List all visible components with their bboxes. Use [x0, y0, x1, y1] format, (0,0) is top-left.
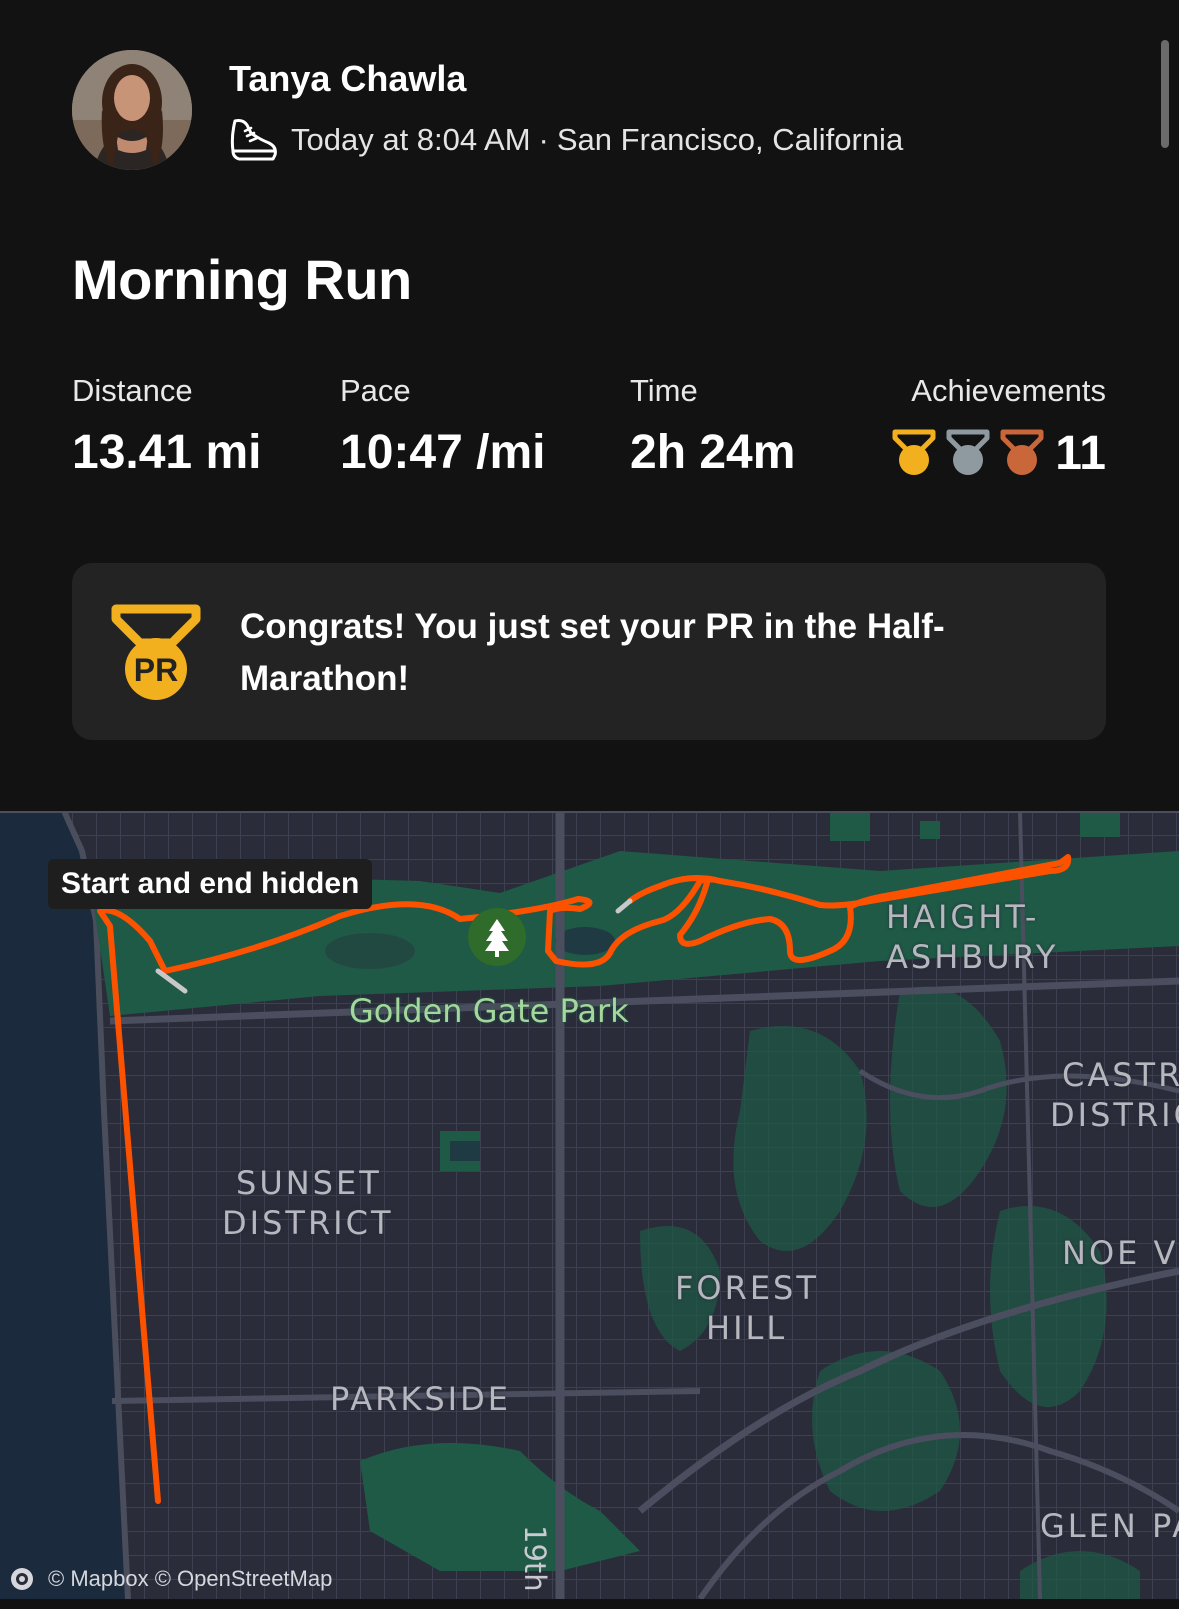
privacy-badge: Start and end hidden — [48, 859, 373, 909]
activity-location: San Francisco, California — [556, 122, 904, 157]
neighborhood-haight-top: HAIGHT- — [886, 898, 1040, 936]
stat-distance: Distance 13.41 mi — [72, 373, 261, 479]
stat-pace-value: 10:47 /mi — [340, 426, 546, 479]
achievements-row[interactable]: 11 — [891, 425, 1106, 481]
running-shoe-icon — [229, 117, 279, 163]
avatar[interactable] — [72, 50, 192, 170]
neighborhood-castro-bottom: DISTRIC — [1050, 1096, 1179, 1134]
stat-pace: Pace 10:47 /mi — [340, 373, 545, 479]
neighborhood-glen: GLEN PA — [1040, 1507, 1179, 1545]
neighborhood-forest-bottom: HILL — [706, 1309, 788, 1347]
activity-timestamp: Today at 8:04 AM — [291, 122, 531, 157]
meta-separator: · — [538, 122, 549, 157]
activity-header: Tanya Chawla Today at 8:04 AM · San Fran… — [72, 50, 1072, 170]
pr-medal-icon: PR — [110, 603, 202, 703]
gold-medal-icon — [891, 428, 937, 478]
mapbox-logo-icon[interactable] — [10, 1567, 34, 1591]
park-label: Golden Gate Park — [349, 992, 629, 1030]
neighborhood-sunset-top: SUNSET — [236, 1164, 382, 1202]
page-scrollbar[interactable] — [1161, 40, 1169, 148]
activity-meta: Today at 8:04 AM · San Francisco, Califo… — [229, 116, 903, 164]
map-attribution[interactable]: © Mapbox © OpenStreetMap — [10, 1564, 332, 1594]
stat-pace-label: Pace — [340, 373, 411, 408]
street-label: 19th Av — [518, 1525, 552, 1599]
park-tree-icon — [467, 907, 527, 967]
stat-achievements[interactable]: Achievements 11 — [892, 373, 1106, 483]
neighborhood-haight-bottom: ASHBURY — [886, 938, 1059, 976]
attribution-text[interactable]: © Mapbox © OpenStreetMap — [48, 1566, 332, 1592]
bronze-medal-icon — [999, 428, 1045, 478]
stat-time-value: 2h 24m — [630, 426, 796, 479]
neighborhood-forest-top: FOREST — [675, 1269, 819, 1307]
athlete-name[interactable]: Tanya Chawla — [229, 58, 466, 100]
neighborhood-parkside: PARKSIDE — [330, 1380, 511, 1418]
neighborhood-noe: NOE V — [1062, 1234, 1179, 1272]
neighborhood-sunset-bottom: DISTRICT — [222, 1204, 394, 1242]
stat-time: Time 2h 24m — [630, 373, 795, 479]
silver-medal-icon — [945, 428, 991, 478]
pr-message: Congrats! You just set your PR in the Ha… — [240, 607, 945, 698]
pr-banner[interactable]: PR Congrats! You just set your PR in the… — [72, 563, 1106, 740]
stat-time-label: Time — [630, 373, 698, 408]
achievements-count: 11 — [1055, 426, 1106, 480]
stat-achievements-label: Achievements — [911, 373, 1106, 408]
stat-distance-value: 13.41 mi — [72, 426, 262, 479]
route-map[interactable]: Start and end hidden Golden Gate Park HA… — [0, 811, 1179, 1599]
activity-title: Morning Run — [72, 248, 412, 311]
neighborhood-castro-top: CASTR — [1062, 1056, 1179, 1094]
stat-distance-label: Distance — [72, 373, 193, 408]
pr-icon-text: PR — [134, 652, 178, 688]
